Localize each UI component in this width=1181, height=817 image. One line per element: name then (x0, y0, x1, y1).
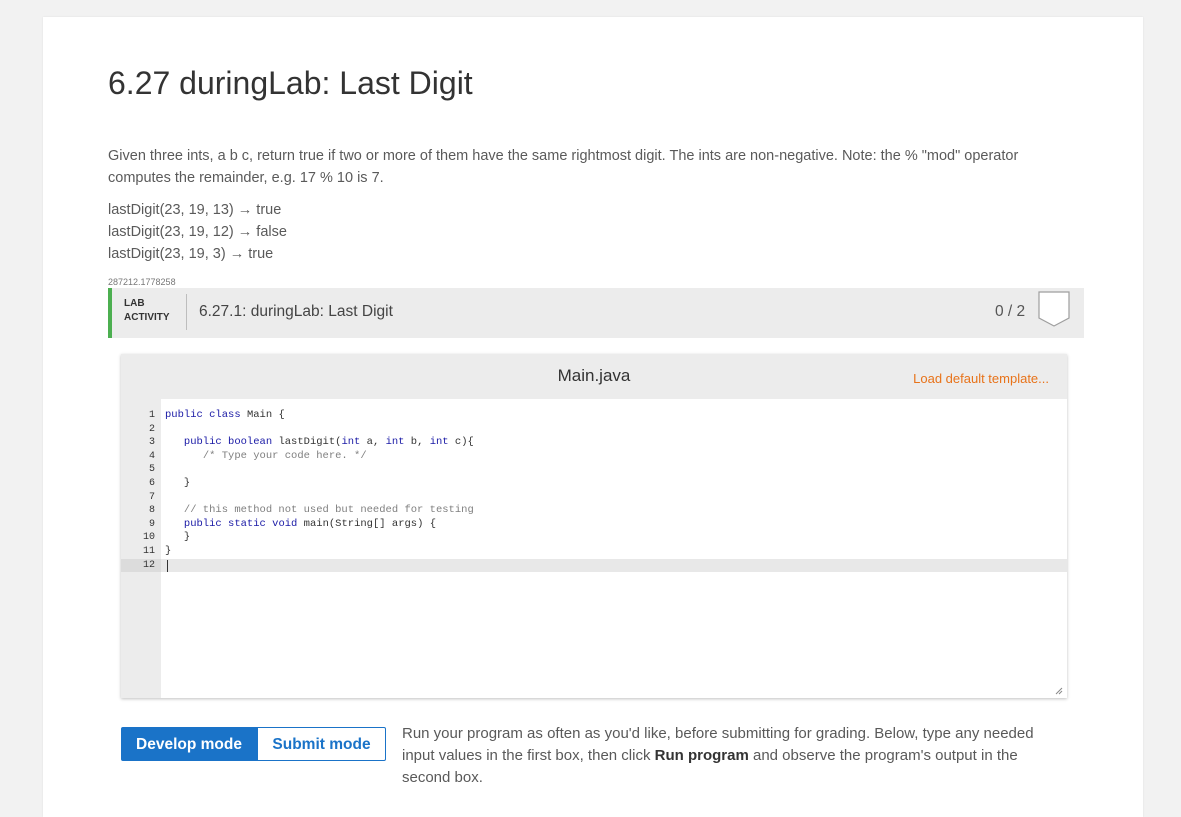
line-number: 11 (142, 546, 155, 557)
line-number: 9 (148, 518, 155, 530)
resize-grip-icon[interactable] (1055, 687, 1063, 695)
line-number: 6 (148, 478, 155, 489)
line-number-gutter: 1 2 3 4 5 6 7 8 9 10 11 12 (121, 399, 161, 698)
line-number: 4 (148, 450, 155, 462)
code-line[interactable]: /* Type your code here. */ (165, 450, 1071, 464)
example-item: lastDigit(23, 19, 13) → true (108, 202, 282, 218)
code-line[interactable]: public class Main { (165, 409, 1071, 423)
develop-mode-button[interactable]: Develop mode (121, 727, 257, 761)
lab-score: 0 / 2 (995, 303, 1026, 320)
submit-mode-button[interactable]: Submit mode (257, 727, 386, 761)
code-editor-area[interactable]: public class Main { public boolean lastD… (161, 399, 1067, 698)
lab-activity-title: 6.27.1: duringLab: Last Digit (199, 303, 393, 320)
code-line[interactable]: } (165, 531, 1071, 545)
code-line[interactable] (165, 463, 1071, 477)
run-program-emphasis: Run program (654, 747, 749, 764)
code-line[interactable]: public boolean lastDigit(int a, int b, i… (165, 436, 1071, 450)
line-number: 2 (148, 423, 155, 435)
content-card: 6.27 duringLab: Last Digit Given three i… (43, 17, 1143, 817)
page-title: 6.27 duringLab: Last Digit (108, 65, 473, 101)
problem-description: Given three ints, a b c, return true if … (108, 148, 1019, 186)
text-cursor (167, 559, 168, 572)
code-line[interactable] (165, 491, 1071, 505)
line-number: 3 (148, 437, 155, 449)
editor-header: Main.java Load default template... (121, 354, 1067, 399)
example-item: lastDigit(23, 19, 3) → true (108, 246, 274, 262)
code-line[interactable] (165, 559, 1071, 573)
code-editor-card: Main.java Load default template... 12345… (121, 354, 1067, 698)
line-number: 1 (148, 410, 155, 421)
line-number: 5 (148, 464, 155, 476)
line-number: 8 (148, 505, 155, 517)
code-line[interactable] (165, 423, 1071, 437)
line-number: 12 (142, 559, 155, 571)
header-divider (186, 294, 187, 330)
badge-line-activity: ACTIVITY (124, 312, 170, 323)
badge-line-lab: LAB (124, 298, 145, 309)
line-number: 7 (148, 491, 155, 503)
run-instructions: Run your program as often as you'd like,… (402, 723, 1067, 789)
code-line[interactable]: // this method not used but needed for t… (165, 504, 1071, 518)
problem-id: 287212.1778258 (108, 277, 176, 287)
completion-shield-icon (1038, 291, 1070, 327)
code-line[interactable]: } (165, 545, 1071, 559)
lab-activity-header: LAB ACTIVITY 6.27.1: duringLab: Last Dig… (108, 288, 1084, 338)
lab-activity-badge: LAB ACTIVITY (124, 297, 184, 325)
example-item: lastDigit(23, 19, 12) → false (108, 224, 287, 240)
code-line[interactable]: public static void main(String[] args) { (165, 518, 1071, 532)
code-line[interactable]: } (165, 477, 1071, 491)
load-default-template-link[interactable]: Load default template... (913, 371, 1049, 386)
line-number: 10 (142, 532, 155, 544)
examples-list: lastDigit(23, 19, 13) → true lastDigit(2… (108, 199, 287, 265)
